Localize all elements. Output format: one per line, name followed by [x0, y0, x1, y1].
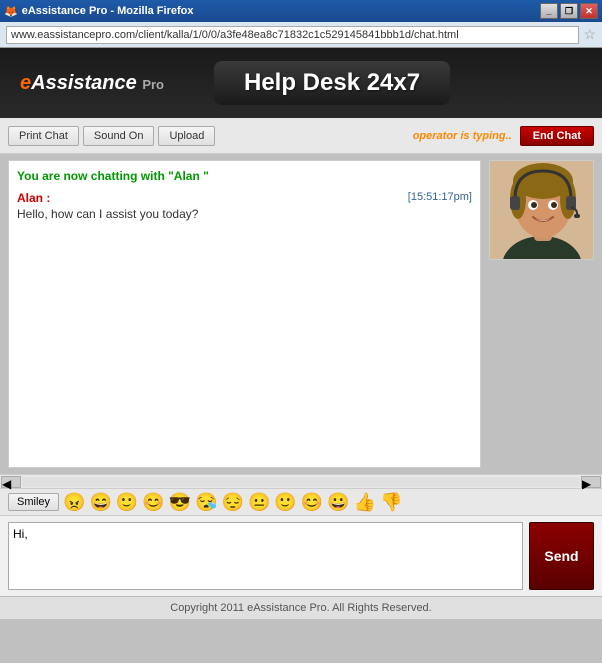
emoji-blush2[interactable]: 😊: [301, 493, 323, 511]
helpdesk-title: Help Desk 24x7: [244, 69, 420, 96]
emoji-angry[interactable]: 😠: [63, 493, 85, 511]
copyright-text: Copyright 2011 eAssistance Pro. All Righ…: [170, 602, 431, 614]
print-chat-button[interactable]: Print Chat: [8, 126, 79, 146]
titlebar-buttons: _ ❐ ✕: [540, 3, 598, 19]
message-input[interactable]: Hi,: [8, 522, 523, 590]
typing-status: operator is typing..: [413, 130, 512, 142]
emoji-thumbs-up[interactable]: 👍: [354, 493, 376, 511]
bookmark-icon[interactable]: ☆: [583, 26, 596, 43]
address-bar: ☆: [0, 22, 602, 48]
scroll-left-arrow[interactable]: ◀: [1, 476, 21, 488]
end-chat-button[interactable]: End Chat: [520, 126, 594, 146]
helpdesk-banner: Help Desk 24x7: [214, 61, 450, 105]
toolbar: Print Chat Sound On Upload operator is t…: [0, 118, 602, 154]
emoji-cool[interactable]: 😎: [169, 493, 191, 511]
emoji-sad[interactable]: 😔: [222, 493, 244, 511]
emoji-sleepy[interactable]: 😪: [195, 493, 217, 511]
smiley-button[interactable]: Smiley: [8, 493, 59, 511]
message-sender: Alan :: [17, 191, 50, 205]
upload-button[interactable]: Upload: [158, 126, 215, 146]
minimize-button[interactable]: _: [540, 3, 558, 19]
chat-container: You are now chatting with "Alan " Alan :…: [0, 154, 602, 474]
smiley-bar: Smiley 😠 😄 🙂 😊 😎 😪 😔 😐 🙂 😊 😀 👍 👎: [0, 488, 602, 516]
emoji-thumbs-down[interactable]: 👎: [380, 493, 402, 511]
chat-messages: You are now chatting with "Alan " Alan :…: [8, 160, 481, 468]
url-input[interactable]: [6, 26, 579, 44]
page-footer: Copyright 2011 eAssistance Pro. All Righ…: [0, 596, 602, 619]
restore-button[interactable]: ❐: [560, 3, 578, 19]
emoji-smile[interactable]: 🙂: [116, 493, 138, 511]
app-header: eAssistance Pro Help Desk 24x7: [0, 48, 602, 118]
window-titlebar: 🦊 eAssistance Pro - Mozilla Firefox _ ❐ …: [0, 0, 602, 22]
close-button[interactable]: ✕: [580, 3, 598, 19]
input-area: Hi, Send: [0, 516, 602, 596]
send-button[interactable]: Send: [529, 522, 594, 590]
emoji-big-smile[interactable]: 😀: [327, 493, 349, 511]
sound-on-button[interactable]: Sound On: [83, 126, 155, 146]
scroll-track: [22, 477, 580, 487]
chat-message: Alan : [15:51:17pm] Hello, how can I ass…: [17, 191, 472, 221]
scroll-right-arrow[interactable]: ▶: [581, 476, 601, 488]
chat-status-message: You are now chatting with "Alan ": [17, 169, 472, 183]
message-text: Hello, how can I assist you today?: [17, 207, 472, 221]
toolbar-left: Print Chat Sound On Upload: [8, 126, 215, 146]
emoji-grin[interactable]: 😄: [89, 493, 111, 511]
toolbar-right: operator is typing.. End Chat: [413, 126, 594, 146]
agent-photo: [489, 160, 594, 260]
message-time: [15:51:17pm]: [408, 191, 472, 203]
firefox-icon: 🦊: [4, 5, 18, 18]
emoji-neutral[interactable]: 😐: [248, 493, 270, 511]
titlebar-title: 🦊 eAssistance Pro - Mozilla Firefox: [4, 5, 193, 18]
emoji-blush[interactable]: 😊: [142, 493, 164, 511]
brand-logo: eAssistance Pro: [20, 72, 164, 95]
horizontal-scrollbar[interactable]: ◀ ▶: [0, 474, 602, 488]
emoji-happy[interactable]: 🙂: [274, 493, 296, 511]
